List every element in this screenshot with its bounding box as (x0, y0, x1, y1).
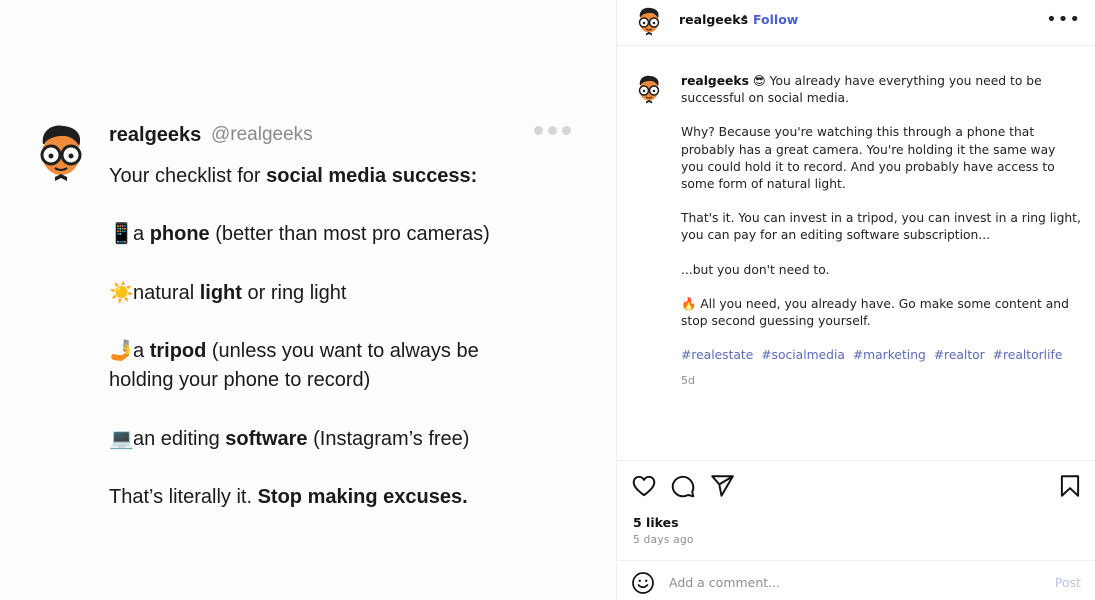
follow-button[interactable]: Follow (753, 12, 798, 27)
hashtag-link[interactable]: #socialmedia (761, 348, 845, 362)
post-header: realgeeks • Follow ••• (617, 0, 1095, 46)
likes-count[interactable]: 5 likes (633, 515, 679, 530)
heart-icon[interactable] (631, 473, 657, 499)
hashtag-link[interactable]: #realestate (681, 348, 753, 362)
comment-input[interactable] (669, 571, 1029, 593)
post-image[interactable]: realgeeks @realgeeks Your checklist for … (0, 0, 616, 600)
share-icon[interactable] (709, 473, 735, 499)
caption-username-link[interactable]: realgeeks (681, 74, 749, 88)
emoji-icon[interactable] (631, 571, 655, 595)
fire-emoji-icon: 🔥 (681, 296, 697, 311)
post-comment-button[interactable]: Post (1055, 575, 1081, 590)
caption-timestamp[interactable]: 5d (681, 374, 695, 387)
hashtag-link[interactable]: #realtorlife (993, 348, 1063, 362)
laptop-emoji-icon: 💻 (109, 428, 134, 450)
sunglasses-emoji-icon: 😎 (752, 74, 766, 88)
checklist-item-software: 💻an editing software (Instagram’s free) (109, 425, 469, 454)
image-more-dots-icon (534, 126, 571, 135)
hashtag-link[interactable]: #marketing (853, 348, 926, 362)
more-options-icon[interactable]: ••• (1046, 9, 1081, 30)
checklist-item-tripod: 🤳a tripod (unless you want to always be (109, 337, 479, 366)
caption-paragraph-1: realgeeks 😎 You already have everything … (681, 74, 1042, 106)
realgeeks-avatar (33, 122, 89, 182)
header-separator: • (741, 11, 749, 26)
checklist-item-phone: 📱a phone (better than most pro cameras) (109, 220, 490, 249)
bookmark-icon[interactable] (1057, 473, 1083, 499)
checklist-closing: That’s literally it. Stop making excuses… (109, 486, 468, 508)
post-actions: 5 likes 5 days ago (617, 460, 1095, 560)
phone-emoji-icon: 📱 (109, 223, 134, 245)
caption-paragraph-2: Why? Because you're watching this throug… (681, 125, 1056, 192)
sun-emoji-icon: ☀️ (109, 282, 134, 304)
caption-paragraph-4: ...but you don't need to. (681, 262, 830, 277)
post-caption: realgeeks 😎 You already have everything … (681, 73, 1081, 381)
hashtag-list: #realestate #socialmedia #marketing #rea… (681, 347, 1081, 364)
comment-bar: Post (617, 560, 1095, 600)
checklist-headline: Your checklist for social media success: (109, 165, 478, 187)
checklist-item-light: ☀️natural light or ring light (109, 279, 346, 308)
header-username-link[interactable]: realgeeks (679, 12, 748, 27)
post-date: 5 days ago (633, 534, 694, 546)
hashtag-link[interactable]: #realtor (934, 348, 985, 362)
comment-icon[interactable] (670, 473, 696, 499)
caption-paragraph-5: 🔥 All you need, you already have. Go mak… (681, 296, 1069, 329)
caption-avatar[interactable] (635, 74, 663, 104)
image-author-name: realgeeks (109, 124, 202, 146)
selfie-emoji-icon: 🤳 (109, 340, 134, 362)
checklist-item-tripod-continued: holding your phone to record) (109, 369, 371, 391)
header-avatar[interactable] (635, 6, 663, 36)
post-details-panel: realgeeks • Follow ••• realgeeks 😎 You a… (616, 0, 1095, 600)
image-author-handle: @realgeeks (211, 124, 313, 145)
caption-paragraph-3: That's it. You can invest in a tripod, y… (681, 211, 1081, 243)
